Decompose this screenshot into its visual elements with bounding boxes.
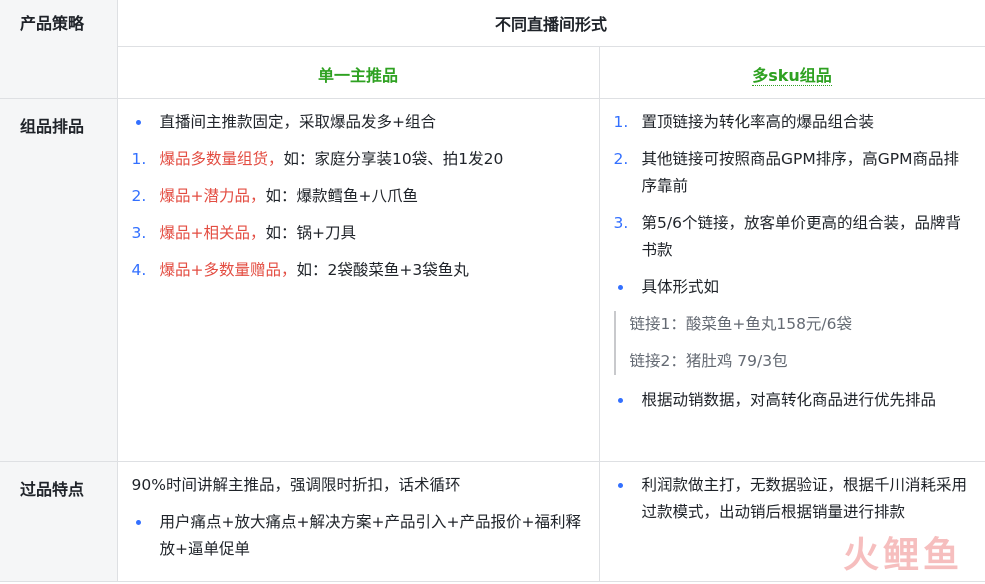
group-multi-item: 2. 其他链接可按照商品GPM排序，高GPM商品排序靠前 xyxy=(614,146,971,200)
item-text: 如：家庭分享装10袋、拍1发20 xyxy=(283,150,504,168)
row-label-cell-group: 组品排品 xyxy=(0,98,118,462)
header-forms-cell: 不同直播间形式 xyxy=(116,0,985,47)
group-multi-item: 具体形式如 xyxy=(614,274,971,301)
item-text: 直播间主推款固定，采取爆品发多+组合 xyxy=(159,113,437,131)
group-multi-cell: 1. 置顶链接为转化率高的爆品组合装 2. 其他链接可按照商品GPM排序，高GPM商品… xyxy=(598,98,985,462)
pass-multi-item: 利润款做主打，无数据验证，根据千川消耗采用过款模式，出动销后根据销量进行排款 xyxy=(614,472,971,526)
item-text: 用户痛点+放大痛点+解决方案+产品引入+产品报价+福利释放+逼单促单 xyxy=(159,513,581,558)
list-number: 4. xyxy=(131,261,147,279)
item-text: 利润款做主打，无数据验证，根据千川消耗采用过款模式，出动销后根据销量进行排款 xyxy=(641,476,968,521)
row-label-cell-pass: 过品特点 xyxy=(0,461,118,582)
highlight-text: 爆品+多数量赠品， xyxy=(159,261,297,279)
example-link-line: 链接2：猪肚鸡 79/3包 xyxy=(629,352,788,370)
header-forms-title: 不同直播间形式 xyxy=(495,15,608,34)
list-number: 3. xyxy=(613,214,629,232)
header-multi-sku: 多sku组品 xyxy=(752,66,832,86)
group-single-item: 3. 爆品+相关品，如：锅+刀具 xyxy=(132,220,585,247)
watermark-logo: 火鲤鱼 xyxy=(842,535,963,576)
pass-single-item: 用户痛点+放大痛点+解决方案+产品引入+产品报价+福利释放+逼单促单 xyxy=(132,509,585,563)
item-text: 如：2袋酸菜鱼+3袋鱼丸 xyxy=(296,261,469,279)
pass-single-cell: 90%时间讲解主推品，强调限时折扣，话术循环 用户痛点+放大痛点+解决方案+产品… xyxy=(116,461,600,582)
example-links-quote: 链接1：酸菜鱼+鱼丸158元/6袋 链接2：猪肚鸡 79/3包 xyxy=(613,311,971,375)
item-text: 第5/6个链接，放客单价更高的组合装，品牌背书款 xyxy=(641,214,961,259)
list-number: 2. xyxy=(613,150,629,168)
group-single-item: 4. 爆品+多数量赠品，如：2袋酸菜鱼+3袋鱼丸 xyxy=(132,257,585,284)
group-single-item: 2. 爆品+潜力品，如：爆款鳕鱼+八爪鱼 xyxy=(132,183,585,210)
item-text: 置顶链接为转化率高的爆品组合装 xyxy=(641,113,875,131)
example-link-line: 链接1：酸菜鱼+鱼丸158元/6袋 xyxy=(629,315,853,333)
row-label-group: 组品排品 xyxy=(20,117,85,136)
item-text: 如：爆款鳕鱼+八爪鱼 xyxy=(265,187,419,205)
list-number: 1. xyxy=(613,113,629,131)
item-text: 根据动销数据，对高转化商品进行优先排品 xyxy=(641,391,937,409)
header-single-main: 单一主推品 xyxy=(317,66,398,85)
group-single-item: 1. 爆品多数量组货，如：家庭分享装10袋、拍1发20 xyxy=(132,146,585,173)
pass-single-intro: 90%时间讲解主推品，强调限时折扣，话术循环 xyxy=(131,476,461,494)
row-label-pass: 过品特点 xyxy=(20,480,85,499)
header-single-cell: 单一主推品 xyxy=(117,46,600,99)
highlight-text: 爆品多数量组货， xyxy=(159,150,284,168)
strategy-table: 产品策略 不同直播间形式 单一主推品 多sku组品 组品排品 直播间主推款固定，… xyxy=(0,0,985,582)
group-multi-item: 根据动销数据，对高转化商品进行优先排品 xyxy=(614,387,971,414)
list-number: 1. xyxy=(131,150,147,168)
group-multi-item: 1. 置顶链接为转化率高的爆品组合装 xyxy=(614,109,971,136)
highlight-text: 爆品+潜力品， xyxy=(159,187,266,205)
item-text: 如：锅+刀具 xyxy=(265,224,357,242)
list-number: 3. xyxy=(131,224,147,242)
header-multi-cell: 多sku组品 xyxy=(598,46,985,99)
highlight-text: 爆品+相关品， xyxy=(159,224,266,242)
item-text: 具体形式如 xyxy=(641,278,720,296)
group-multi-item: 3. 第5/6个链接，放客单价更高的组合装，品牌背书款 xyxy=(614,210,971,264)
group-single-item: 直播间主推款固定，采取爆品发多+组合 xyxy=(132,109,585,136)
list-number: 2. xyxy=(131,187,147,205)
item-text: 其他链接可按照商品GPM排序，高GPM商品排序靠前 xyxy=(641,150,959,195)
group-single-cell: 直播间主推款固定，采取爆品发多+组合 1. 爆品多数量组货，如：家庭分享装10袋、拍… xyxy=(116,98,600,462)
header-product-strategy-cell: 产品策略 xyxy=(0,0,118,99)
header-product-strategy: 产品策略 xyxy=(20,14,85,33)
